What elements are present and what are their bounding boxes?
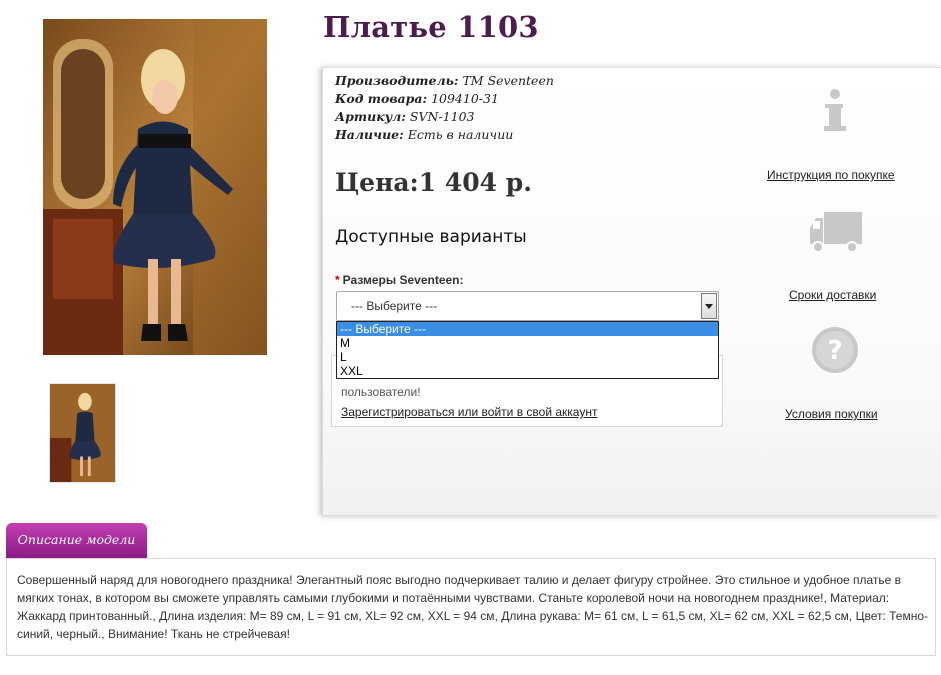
help-purchase-conditions[interactable]: ? <box>810 325 860 375</box>
size-option[interactable]: M <box>337 336 718 350</box>
size-option[interactable]: L <box>337 350 718 364</box>
product-thumbnail[interactable] <box>49 383 116 483</box>
variants-title: Доступные варианты <box>335 227 527 247</box>
help-purchase-instruction[interactable] <box>810 86 860 136</box>
question-icon: ? <box>812 327 858 373</box>
register-login-link[interactable]: Зарегистрироваться или войти в свой акка… <box>341 405 597 419</box>
help-delivery-terms[interactable] <box>808 208 864 256</box>
size-select[interactable]: --- Выберите --- <box>336 291 719 321</box>
size-label-text: Размеры Seventeen: <box>342 273 464 287</box>
product-main-photo[interactable] <box>43 19 267 355</box>
size-option[interactable]: XXL <box>337 364 718 378</box>
size-label: * Размеры Seventeen: <box>335 273 464 287</box>
tab-model-description[interactable]: Описание модели <box>6 523 147 558</box>
chevron-down-icon <box>705 304 713 309</box>
description-text: Совершенный наряд для новогоднего праздн… <box>17 573 929 641</box>
description-box: Совершенный наряд для новогоднего праздн… <box>6 558 936 656</box>
required-mark: * <box>335 273 340 287</box>
meta-availability: Наличие: Есть в наличии <box>335 126 554 144</box>
meta-article: Артикул: SVN-1103 <box>335 108 554 126</box>
delivery-terms-link[interactable]: Сроки доставки <box>789 288 876 302</box>
delivery-truck-icon <box>810 212 862 253</box>
login-hint-text: пользователи! <box>341 385 421 399</box>
product-meta: Производитель: TM Seventeen Код товара: … <box>335 72 554 144</box>
meta-label: Наличие: <box>335 127 404 142</box>
product-price: Цена:1 404 р. <box>335 168 532 197</box>
product-thumbnail-image <box>50 384 115 482</box>
meta-value: SVN-1103 <box>409 109 475 124</box>
purchase-instruction-link[interactable]: Инструкция по покупке <box>767 168 895 182</box>
meta-product-code: Код товара: 109410-31 <box>335 90 554 108</box>
meta-value: Есть в наличии <box>407 127 514 142</box>
meta-label: Артикул: <box>335 109 406 124</box>
size-option[interactable]: --- Выберите --- <box>337 322 718 336</box>
info-icon <box>824 89 846 131</box>
size-select-dropdown-button[interactable] <box>701 293 717 319</box>
meta-value: 109410-31 <box>431 91 499 106</box>
meta-label: Производитель: <box>335 73 459 88</box>
meta-manufacturer: Производитель: TM Seventeen <box>335 72 554 90</box>
meta-label: Код товара: <box>335 91 428 106</box>
meta-value: TM Seventeen <box>462 73 554 88</box>
size-select-value: --- Выберите --- <box>351 299 438 313</box>
product-photo-image <box>43 19 267 355</box>
svg-text:?: ? <box>827 336 842 366</box>
product-title: Платье 1103 <box>323 10 539 44</box>
purchase-conditions-link[interactable]: Условия покупки <box>785 407 878 421</box>
size-dropdown-list: --- Выберите --- M L XXL <box>336 321 719 379</box>
